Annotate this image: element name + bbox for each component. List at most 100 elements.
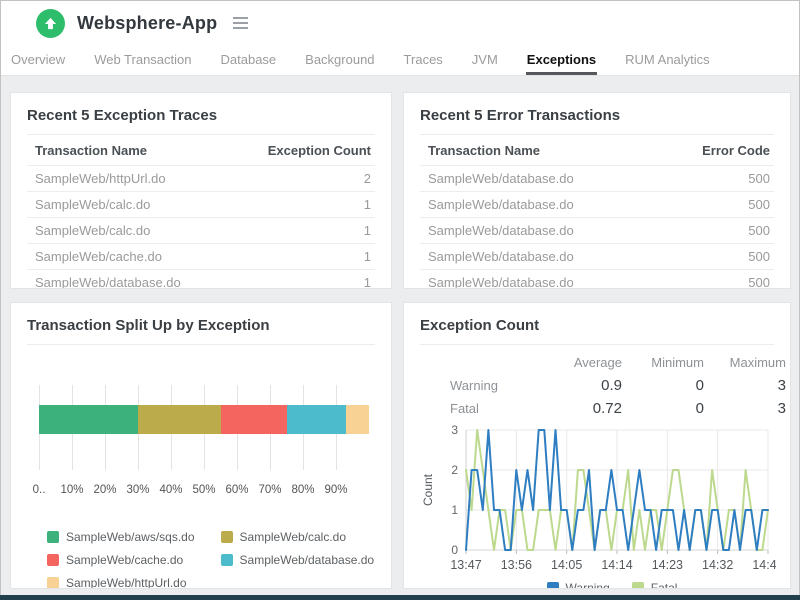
tab-database[interactable]: Database [220, 46, 278, 75]
tab-web-transaction[interactable]: Web Transaction [93, 46, 192, 75]
legend-swatch [547, 582, 559, 589]
legend-item-warning[interactable]: Warning [547, 581, 610, 589]
x-tick-label: 80% [291, 484, 314, 496]
table-row[interactable]: SampleWeb/database.do500 [420, 192, 774, 218]
hamburger-icon[interactable] [229, 13, 252, 33]
legend-label: SampleWeb/calc.do [240, 530, 347, 544]
tab-traces[interactable]: Traces [403, 46, 444, 75]
tab-jvm[interactable]: JVM [471, 46, 499, 75]
legend-swatch [632, 582, 644, 589]
bar-segment-sampleweb-database-do[interactable] [287, 405, 346, 434]
stats-row-label: Warning [420, 378, 540, 393]
column-header: Error Code [654, 143, 774, 158]
legend-label: SampleWeb/database.do [240, 553, 375, 567]
value-cell: 500 [654, 249, 774, 264]
legend-item-sampleweb-cache-do[interactable]: SampleWeb/cache.do [47, 553, 195, 567]
y-tick-label: 0 [451, 543, 458, 557]
stats-row-label: Fatal [420, 401, 540, 416]
x-tick-label: 13:47 [450, 558, 481, 572]
bar-segment-sampleweb-aws-sqs-do[interactable] [39, 405, 138, 434]
stats-header-row: AverageMinimumMaximum [420, 351, 791, 374]
error-transactions-table: Transaction NameError Code SampleWeb/data… [420, 135, 774, 289]
legend-label: Warning [566, 581, 610, 589]
x-tick-label: 14:23 [652, 558, 683, 572]
stats-column-header: Average [540, 355, 622, 370]
transaction-name: SampleWeb/cache.do [27, 249, 255, 264]
footer-bar [0, 595, 800, 600]
panel-title: Exception Count [420, 317, 774, 345]
table-row[interactable]: SampleWeb/database.do1 [27, 270, 375, 289]
exception-traces-table: Transaction NameException CountSampleWeb… [27, 135, 375, 289]
transaction-name: SampleWeb/httpUrl.do [27, 171, 255, 186]
stacked-bar-chart [39, 385, 369, 470]
column-header: Exception Count [255, 143, 375, 158]
tab-exceptions[interactable]: Exceptions [526, 46, 597, 75]
bar-segment-sampleweb-calc-do[interactable] [138, 405, 221, 434]
panel-exception-count: Exception Count AverageMinimumMaximumWar… [403, 302, 791, 589]
exception-count-stats: AverageMinimumMaximumWarning0.903Fatal0.… [420, 351, 791, 420]
x-tick-label: 30% [126, 484, 149, 496]
transaction-name: SampleWeb/database.do [420, 223, 654, 238]
tab-background[interactable]: Background [304, 46, 375, 75]
legend-swatch [47, 531, 59, 543]
line-chart-legend: Warning Fatal [450, 581, 774, 589]
stats-value: 3 [704, 377, 786, 394]
legend-item-sampleweb-calc-do[interactable]: SampleWeb/calc.do [221, 530, 375, 544]
exception-count-line-chart: 012313:4713:5614:0514:1414:2314:3214:41C… [420, 422, 776, 580]
stats-value: 0 [622, 400, 704, 417]
stats-value: 0.9 [540, 377, 622, 394]
legend-item-sampleweb-httpurl-do[interactable]: SampleWeb/httpUrl.do [47, 576, 195, 589]
value-cell: 2 [255, 171, 375, 186]
legend-item-sampleweb-database-do[interactable]: SampleWeb/database.do [221, 553, 375, 567]
x-tick-label: 0.. [33, 484, 46, 496]
stats-row-warning: Warning0.903 [420, 374, 791, 397]
legend-item-sampleweb-aws-sqs-do[interactable]: SampleWeb/aws/sqs.do [47, 530, 195, 544]
legend-swatch [47, 554, 59, 566]
x-tick-label: 14:05 [551, 558, 582, 572]
stats-value: 3 [704, 400, 786, 417]
transaction-name: SampleWeb/database.do [27, 275, 255, 289]
stacked-bar-axis: 0..10%20%30%40%50%60%70%80%90% [39, 484, 369, 500]
stacked-bar [39, 405, 369, 434]
transaction-name: SampleWeb/database.do [420, 197, 654, 212]
app-status-icon [36, 9, 65, 38]
panel-error-transactions: Recent 5 Error Transactions Transaction … [403, 92, 791, 289]
table-row[interactable]: SampleWeb/database.do500 [420, 270, 774, 289]
y-tick-label: 2 [451, 463, 458, 477]
value-cell: 500 [654, 197, 774, 212]
tab-bar: Overview Web Transaction Database Backgroun… [0, 46, 800, 76]
legend-swatch [47, 577, 59, 589]
table-row[interactable]: SampleWeb/database.do500 [420, 244, 774, 270]
table-row[interactable]: SampleWeb/database.do500 [420, 218, 774, 244]
stats-value: 0.72 [540, 400, 622, 417]
legend-item-fatal[interactable]: Fatal [632, 581, 678, 589]
x-tick-label: 50% [192, 484, 215, 496]
x-tick-label: 13:56 [501, 558, 532, 572]
bar-segment-sampleweb-httpurl-do[interactable] [346, 405, 369, 434]
panel-title: Transaction Split Up by Exception [27, 317, 375, 345]
arrow-up-icon [43, 16, 58, 31]
column-header: Transaction Name [420, 143, 654, 158]
legend-label: SampleWeb/httpUrl.do [66, 576, 187, 589]
stats-value: 0 [622, 377, 704, 394]
y-axis-label: Count [421, 473, 435, 506]
tab-rum-analytics[interactable]: RUM Analytics [624, 46, 711, 75]
tab-overview[interactable]: Overview [10, 46, 66, 75]
x-tick-label: 40% [159, 484, 182, 496]
bar-segment-sampleweb-cache-do[interactable] [221, 405, 287, 434]
column-header: Transaction Name [27, 143, 255, 158]
value-cell: 1 [255, 223, 375, 238]
transaction-name: SampleWeb/database.do [420, 249, 654, 264]
value-cell: 500 [654, 275, 774, 289]
app-header: Websphere-App [0, 0, 800, 46]
transaction-name: SampleWeb/database.do [420, 275, 654, 289]
table-row[interactable]: SampleWeb/calc.do1 [27, 192, 375, 218]
panel-title: Recent 5 Error Transactions [420, 107, 774, 135]
table-row[interactable]: SampleWeb/cache.do1 [27, 244, 375, 270]
x-tick-label: 60% [225, 484, 248, 496]
x-tick-label: 14:14 [601, 558, 632, 572]
legend-label: SampleWeb/cache.do [66, 553, 183, 567]
table-row[interactable]: SampleWeb/httpUrl.do2 [27, 166, 375, 192]
table-row[interactable]: SampleWeb/database.do500 [420, 166, 774, 192]
table-row[interactable]: SampleWeb/calc.do1 [27, 218, 375, 244]
